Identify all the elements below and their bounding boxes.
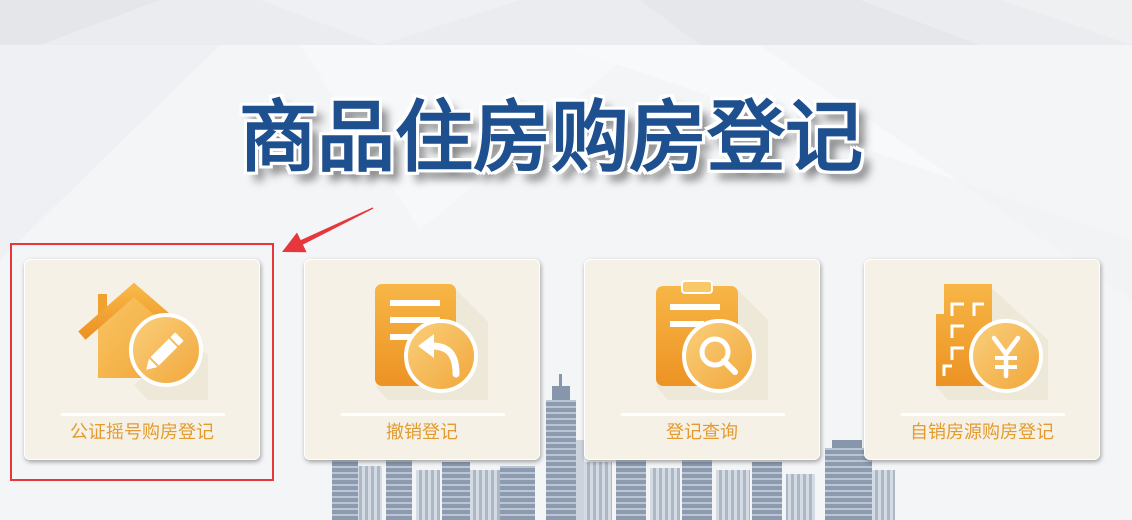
card-label: 自销房源购房登记 [910, 422, 1054, 443]
card-divider [621, 413, 785, 416]
card-divider [341, 413, 505, 416]
card-cancel-registration[interactable]: 撤销登记 [304, 259, 540, 460]
red-arrow-annotation [282, 207, 374, 253]
page-title: 商品住房购房登记 [238, 93, 863, 183]
card-self-sale-registration[interactable]: 自销房源购房登记 [864, 259, 1100, 460]
clipboard-search-icon [656, 280, 768, 400]
document-undo-icon [375, 284, 488, 400]
card-divider [901, 413, 1065, 416]
card-registration-query[interactable]: 登记查询 [584, 259, 820, 460]
highlight-box [10, 243, 274, 481]
card-label: 撤销登记 [386, 422, 458, 443]
building-yuan-icon [936, 284, 1048, 400]
card-label: 登记查询 [666, 422, 738, 443]
